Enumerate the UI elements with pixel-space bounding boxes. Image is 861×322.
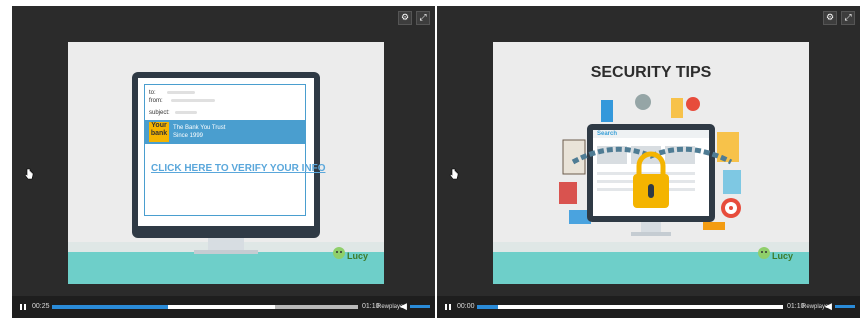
lucy-logo-mascot-icon [333, 247, 345, 259]
email-from-value [171, 99, 215, 102]
email-subject-label: subject: [149, 110, 170, 116]
progress-track[interactable] [477, 305, 783, 309]
current-time: 00:00 [457, 303, 475, 310]
volume-slider[interactable] [410, 305, 430, 308]
lucy-brand: Lucy [347, 251, 369, 261]
bank-tagline-1: The Bank You Trust [173, 125, 226, 131]
email-window: to: from: subject: Your bank The Bank Yo… [144, 84, 325, 216]
slide-phishing-email: to: from: subject: Your bank The Bank Yo… [68, 42, 384, 284]
settings-icon: ⚙ [400, 13, 410, 23]
fullscreen-button[interactable]: ⤢ [841, 11, 855, 25]
pause-icon[interactable] [17, 301, 29, 313]
fullscreen-icon: ⤢ [419, 13, 427, 23]
player-top-controls: ⚙ ⤢ [823, 11, 855, 25]
slide-title: SECURITY TIPS [590, 64, 712, 81]
progress-track[interactable] [52, 305, 358, 309]
player-control-bar: 00:00 01:10 Rewplayer ◀ [437, 296, 860, 318]
slide-security-tips: SECURITY TIPS Search Lucy [493, 42, 809, 284]
pause-icon[interactable] [442, 301, 454, 313]
progress-fill [52, 305, 169, 309]
current-time: 00:25 [32, 303, 50, 310]
hand-cursor-icon [449, 168, 459, 180]
fullscreen-icon: ⤢ [844, 13, 852, 23]
email-from-label: from: [149, 98, 163, 104]
email-to-label: to: [149, 90, 156, 96]
email-to-value [167, 91, 195, 94]
volume-slider[interactable] [835, 305, 855, 308]
settings-icon: ⚙ [825, 13, 835, 23]
settings-button[interactable]: ⚙ [823, 11, 837, 25]
player-top-controls: ⚙ ⤢ [398, 11, 430, 25]
speaker-icon[interactable]: ◀ [400, 301, 407, 313]
video-player-left[interactable]: ⚙ ⤢ to: from: subject: Your bank The Ban… [12, 6, 435, 318]
progress-fill [477, 305, 499, 309]
monitor-base [194, 250, 258, 254]
hand-cursor-icon [24, 168, 34, 180]
player-control-bar: 00:25 01:10 Rewplayer ◀ [12, 296, 435, 318]
bank-banner: Your bank The Bank You Trust Since 1999 [145, 120, 305, 144]
search-logo: Search [597, 131, 618, 137]
speaker-icon[interactable]: ◀ [825, 301, 832, 313]
security-illustration [559, 94, 741, 236]
video-player-right[interactable]: ⚙ ⤢ SECURITY TIPS Search Lucy 00:00 01:1… [437, 6, 860, 318]
lucy-logo-mascot-icon [758, 247, 770, 259]
verify-info-link[interactable]: CLICK HERE TO VERIFY YOUR INFO [151, 163, 325, 175]
email-subject-value [175, 111, 197, 114]
fullscreen-button[interactable]: ⤢ [416, 11, 430, 25]
bank-tagline-2: Since 1999 [173, 133, 204, 139]
bank-logo: Your bank [149, 122, 169, 142]
lucy-brand: Lucy [772, 251, 794, 261]
settings-button[interactable]: ⚙ [398, 11, 412, 25]
